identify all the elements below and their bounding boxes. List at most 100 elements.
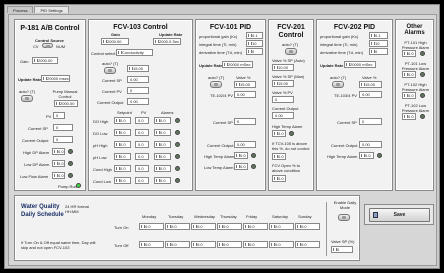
fcv101-high-temp-input[interactable]: 0.0 — [234, 152, 248, 159]
fcv101-te-value: 0.00 — [234, 91, 256, 98]
fcv103-row-sp-input[interactable]: 0.0 — [114, 177, 131, 184]
fcv103-row-sp-input[interactable]: 0.0 — [114, 117, 131, 124]
fcv103-manual-input[interactable]: 15.00 — [127, 65, 149, 72]
p181-current-output-label: Current Output — [22, 138, 49, 143]
turn-on-input[interactable]: 0:0 — [139, 223, 164, 230]
fcv103-row-sp-input[interactable]: 0.0 — [114, 129, 131, 136]
fcv101-te-label: TE-102/4 PV — [210, 93, 233, 98]
fcv103-gain-input[interactable]: 2000.00 — [101, 38, 129, 45]
fcv201-valve-sp-input[interactable]: 10.00 — [272, 64, 294, 71]
high-dp-input[interactable]: 0.0 — [52, 148, 65, 155]
fcv103-auto-label: auto? (T) — [102, 61, 119, 66]
low-flow-input[interactable]: 0.0 — [52, 172, 65, 179]
turn-off-input[interactable]: 0:0 — [191, 241, 216, 248]
turn-on-input[interactable]: 0:0 — [191, 223, 216, 230]
pump-manual-input[interactable]: 2000.00 — [54, 100, 78, 107]
fcv103-row-alarm-input[interactable]: 0.0 — [154, 153, 171, 160]
other-alarm-input[interactable]: 0.0 — [402, 71, 416, 78]
p181-update-rate-input[interactable]: 20000 msec — [41, 75, 70, 82]
fcv103-row-alarm-indicator — [175, 154, 180, 159]
save-button[interactable]: Save — [369, 208, 430, 222]
fcv103-row-sp-input[interactable]: 0.0 — [114, 153, 131, 160]
fcv201-current-output-label: Current Output — [272, 106, 299, 111]
fcv103-row-sp-input[interactable]: 0.0 — [114, 141, 131, 148]
fcv201-current-output-value: 0.00 — [272, 112, 294, 119]
fcv101-auto-label: auto? (T) — [208, 75, 225, 80]
fcv101-update-rate-input[interactable]: 20000 mSec — [222, 61, 253, 68]
turn-off-input[interactable]: 0:0 — [243, 241, 268, 248]
turn-on-input[interactable]: 0:0 — [217, 223, 242, 230]
fcv202-valve-input[interactable]: 15.00 — [359, 81, 382, 88]
fcv103-row-alarm-indicator — [175, 130, 180, 135]
other-alarm-input[interactable]: 0.0 — [402, 113, 416, 120]
fcv201-title-line1: FCV-201 — [277, 24, 305, 31]
fcv101-low-temp-input[interactable]: 0.0 — [234, 163, 248, 170]
fcv103-row-sp-input[interactable]: 0.0 — [114, 165, 131, 172]
num-label: NUM — [56, 44, 66, 49]
fcv103-current-pv-label: Current PV — [102, 89, 122, 94]
fcv101-integral-input[interactable]: 10 — [246, 40, 263, 47]
other-alarm-indicator — [420, 51, 425, 56]
control-select-dropdown[interactable]: Conductivity — [116, 49, 153, 56]
other-alarm-input[interactable]: 0.0 — [402, 50, 416, 57]
fcv101-gain-input[interactable]: 0.1 — [246, 32, 263, 39]
schedule-valve-sp-input[interactable]: 0 — [331, 246, 353, 253]
pump-run-label: Pump Run — [58, 184, 77, 189]
low-dp-input[interactable]: 0.0 — [52, 160, 65, 167]
fcv103-row-alarm-input[interactable]: 0.0 — [154, 165, 171, 172]
fcv103-current-output-value: 0.00 — [127, 98, 149, 105]
control-select-label: Control select — [91, 51, 116, 56]
p181-gain-input[interactable]: 2000.00 — [32, 57, 58, 64]
fcv103-row-alarm-input[interactable]: 0.0 — [154, 141, 171, 148]
tab-pid-settings[interactable]: PID Settings — [34, 6, 69, 13]
fcv202-high-temp-input[interactable]: 0.0 — [359, 152, 374, 159]
turn-on-input[interactable]: 0:0 — [243, 223, 268, 230]
fcv201-auto-label: auto? (T) — [282, 42, 299, 47]
fcv101-valve-input[interactable]: 15.00 — [234, 81, 256, 88]
tab-process[interactable]: Process — [7, 6, 34, 13]
fcv201-valve-man-input[interactable]: 15.00 — [272, 80, 294, 87]
fcv103-auto-toggle[interactable] — [104, 67, 116, 74]
other-alarm-indicator — [420, 93, 425, 98]
fcv101-low-temp-label: Low Temp Alarm — [204, 165, 234, 170]
turn-off-input[interactable]: 0:0 — [139, 241, 164, 248]
fcv202-auto-toggle[interactable] — [332, 81, 344, 88]
fcv202-current-sp-value: 0 — [359, 118, 382, 125]
other-alarms-title: Other Alarms — [404, 24, 425, 36]
other-alarm-label: PT-102 Low Pressure Alarm — [401, 103, 430, 113]
fcv101-derivative-input[interactable]: 0 — [246, 48, 263, 55]
fcv201-auto-toggle[interactable] — [285, 48, 297, 55]
other-alarm-input[interactable]: 0.0 — [402, 92, 416, 99]
turn-off-input[interactable]: 0:0 — [217, 241, 242, 248]
turn-on-input[interactable]: 0:0 — [165, 223, 190, 230]
fcv202-update-rate-input[interactable]: 20000 mSec — [344, 61, 376, 68]
fcv101-high-temp-indicator — [251, 153, 256, 158]
fcv101-auto-toggle[interactable] — [210, 81, 222, 88]
control-source-switch[interactable] — [42, 43, 53, 48]
fcv103-row-alarm-input[interactable]: 0.0 — [154, 177, 171, 184]
fcv201-high-temp-input[interactable]: 0.0 — [272, 130, 286, 137]
fcv202-integral-input[interactable]: 10 — [369, 40, 388, 47]
fcv103-update-rate-input[interactable]: 2000.0 Sec — [153, 38, 181, 45]
fcv101-current-sp-value: 0 — [234, 118, 256, 125]
turn-off-input[interactable]: 0:0 — [295, 241, 320, 248]
turn-on-input[interactable]: 0:0 — [295, 223, 320, 230]
turn-off-input[interactable]: 0:0 — [269, 241, 294, 248]
other-alarm-indicator — [420, 114, 425, 119]
p181-auto-toggle[interactable] — [21, 95, 33, 102]
fcv201-valve-man-label: Valve % SP (Man) — [272, 74, 305, 79]
fcv202-derivative-input[interactable]: 0 — [369, 48, 388, 55]
turn-off-input[interactable]: 0:0 — [165, 241, 190, 248]
fcv103-row-pv-value: 0.0 — [135, 129, 149, 136]
turn-on-input[interactable]: 0:0 — [269, 223, 294, 230]
fcv202-gain-input[interactable]: 0.1 — [369, 32, 388, 39]
fcv201-note-2-input[interactable]: 0.0 — [272, 175, 286, 182]
fcv103-row-alarm-input[interactable]: 0.0 — [154, 129, 171, 136]
fcv103-row-alarm-input[interactable]: 0.0 — [154, 117, 171, 124]
fcv103-row-pv-value: 0.0 — [135, 153, 149, 160]
fcv103-title: FCV-103 Control — [113, 24, 168, 31]
fcv201-note-1-input[interactable]: 0.0 — [272, 153, 286, 160]
p181-gain-label: Gain — [20, 59, 29, 64]
p181-auto-label: auto? (T) — [19, 89, 36, 94]
enable-daily-toggle[interactable] — [338, 214, 350, 221]
